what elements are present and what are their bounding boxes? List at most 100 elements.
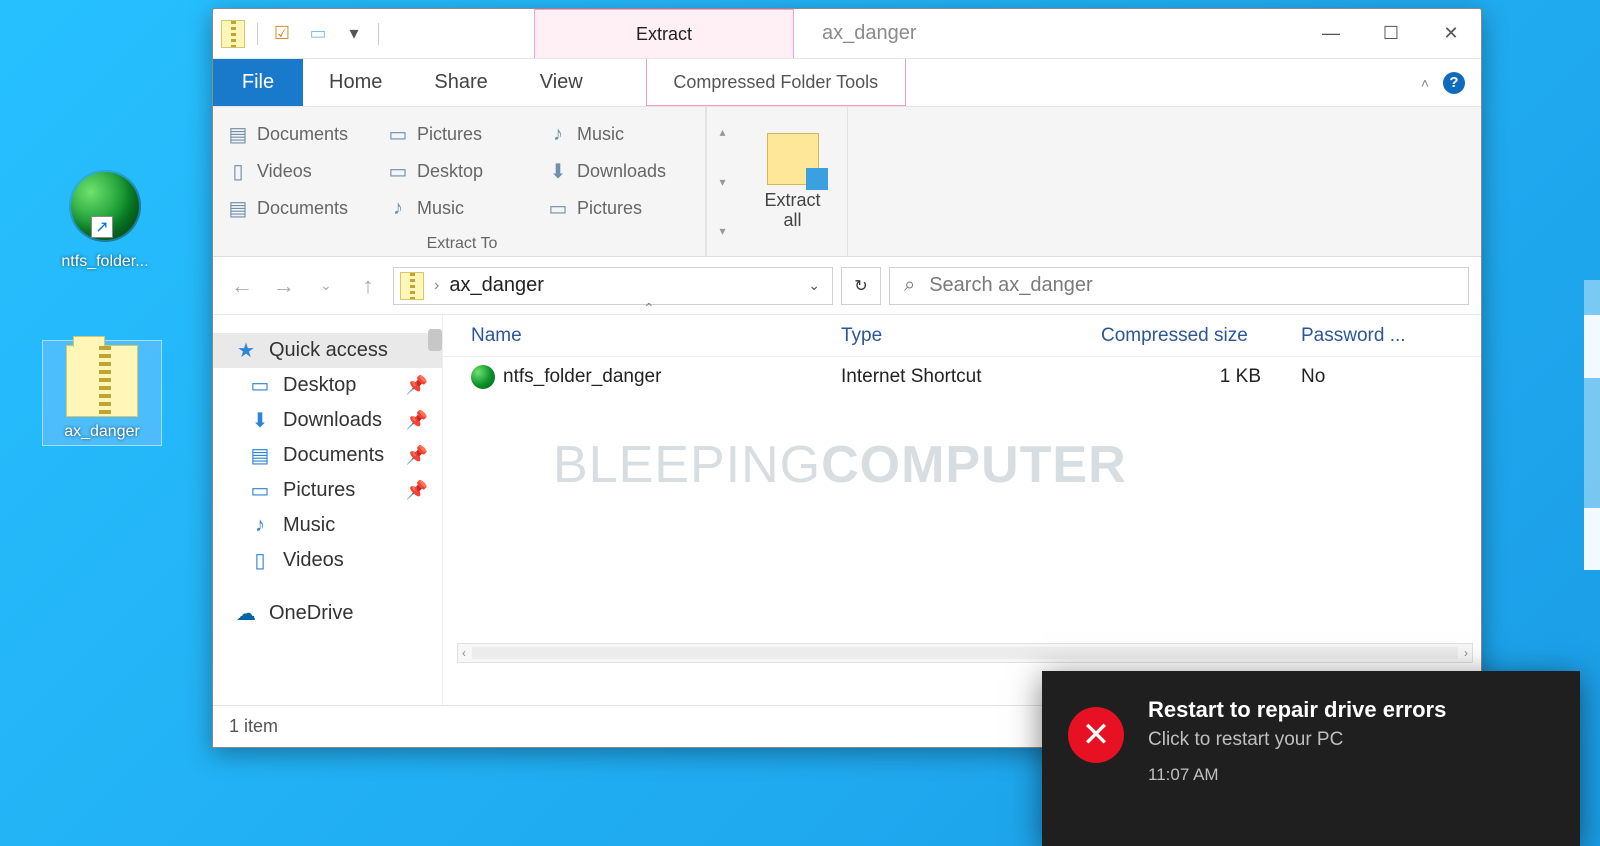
desktop-zip-axdanger[interactable]: ax_danger bbox=[42, 340, 162, 446]
ribbon-collapse-icon[interactable]: ˄ bbox=[1421, 75, 1429, 91]
videos-icon: ▯ bbox=[249, 550, 271, 572]
status-item-count: 1 item bbox=[229, 716, 278, 737]
col-name[interactable]: Name bbox=[471, 325, 841, 347]
taskview-strip bbox=[1584, 280, 1600, 570]
document-icon: ▤ bbox=[227, 197, 249, 219]
search-placeholder: Search ax_danger bbox=[929, 274, 1092, 297]
up-button[interactable]: ↑ bbox=[351, 269, 385, 303]
nav-music[interactable]: ♪Music bbox=[213, 508, 442, 543]
ribbon-dest-desktop[interactable]: ▭Desktop bbox=[387, 154, 537, 188]
maximize-button[interactable]: ☐ bbox=[1361, 9, 1421, 59]
address-bar-row: ← → ⌄ ↑ › ax_danger ⌄ ↻ ⌕ Search ax_dang… bbox=[213, 257, 1481, 315]
internet-shortcut-icon bbox=[471, 365, 495, 389]
address-bar[interactable]: › ax_danger ⌄ bbox=[393, 267, 833, 305]
ribbon-dest-pictures[interactable]: ▭Pictures bbox=[387, 117, 537, 151]
document-icon: ▤ bbox=[249, 445, 271, 467]
desktop-shortcut-label: ntfs_folder... bbox=[45, 253, 165, 271]
toast-time: 11:07 AM bbox=[1148, 765, 1446, 785]
desktop-zip-label: ax_danger bbox=[47, 423, 157, 441]
error-icon: ✕ bbox=[1068, 707, 1124, 763]
tab-home[interactable]: Home bbox=[303, 59, 408, 106]
ribbon-tabs: File Home Share View Compressed Folder T… bbox=[213, 59, 1481, 107]
pictures-icon: ▭ bbox=[387, 123, 409, 145]
ribbon-dest-documents[interactable]: ▤Documents bbox=[227, 117, 377, 151]
toast-notification[interactable]: ✕ Restart to repair drive errors Click t… bbox=[1042, 671, 1580, 846]
nav-downloads[interactable]: ⬇Downloads📌 bbox=[213, 403, 442, 438]
address-icon bbox=[400, 272, 424, 300]
pictures-icon: ▭ bbox=[249, 480, 271, 502]
ribbon: ▤Documents ▭Pictures ♪Music ▯Videos ▭Des… bbox=[213, 107, 1481, 257]
window-icon bbox=[221, 20, 245, 48]
help-icon[interactable]: ? bbox=[1443, 72, 1465, 94]
col-password[interactable]: Password ... bbox=[1301, 325, 1481, 347]
pin-icon: 📌 bbox=[406, 375, 428, 396]
ribbon-dest-music2[interactable]: ♪Music bbox=[387, 191, 537, 225]
tab-view[interactable]: View bbox=[514, 59, 609, 106]
ribbon-dest-downloads[interactable]: ⬇Downloads bbox=[547, 154, 697, 188]
breadcrumb[interactable]: ax_danger bbox=[449, 274, 544, 297]
nav-documents[interactable]: ▤Documents📌 bbox=[213, 438, 442, 473]
gallery-spinner[interactable]: ▴▾▾ bbox=[706, 107, 738, 256]
nav-videos[interactable]: ▯Videos bbox=[213, 543, 442, 578]
music-icon: ♪ bbox=[249, 515, 271, 537]
pin-icon: 📌 bbox=[406, 410, 428, 431]
ribbon-dest-pictures2[interactable]: ▭Pictures bbox=[547, 191, 697, 225]
downloads-icon: ⬇ bbox=[547, 160, 569, 182]
downloads-icon: ⬇ bbox=[249, 410, 271, 432]
qat-properties-icon[interactable]: ☑ bbox=[270, 22, 294, 46]
ribbon-dest-documents2[interactable]: ▤Documents bbox=[227, 191, 377, 225]
pin-icon: 📌 bbox=[406, 445, 428, 466]
window-title: ax_danger bbox=[794, 9, 1301, 58]
address-dropdown-icon[interactable]: ⌄ bbox=[802, 277, 826, 294]
ribbon-dest-videos[interactable]: ▯Videos bbox=[227, 154, 377, 188]
nav-onedrive[interactable]: ☁OneDrive bbox=[213, 596, 442, 631]
horizontal-scrollbar[interactable]: ‹› bbox=[457, 643, 1473, 663]
videos-icon: ▯ bbox=[227, 160, 249, 182]
tab-compressed-tools[interactable]: Compressed Folder Tools bbox=[646, 59, 906, 106]
col-size[interactable]: Compressed size bbox=[1101, 325, 1301, 347]
music-icon: ♪ bbox=[387, 197, 409, 219]
explorer-window: ☑ ▭ ▾ Extract ax_danger — ☐ ✕ File Home … bbox=[212, 8, 1482, 748]
file-list: Name Type Compressed size Password ... n… bbox=[443, 315, 1481, 705]
minimize-button[interactable]: — bbox=[1301, 9, 1361, 59]
search-input[interactable]: ⌕ Search ax_danger bbox=[889, 267, 1469, 305]
back-button[interactable]: ← bbox=[225, 269, 259, 303]
history-dropdown[interactable]: ⌄ bbox=[309, 269, 343, 303]
search-icon: ⌕ bbox=[904, 274, 915, 297]
desktop-icon: ▭ bbox=[387, 160, 409, 182]
file-row[interactable]: ntfs_folder_danger Internet Shortcut 1 K… bbox=[443, 357, 1481, 397]
col-type[interactable]: Type bbox=[841, 325, 1101, 347]
contextual-tab-header[interactable]: Extract bbox=[534, 9, 794, 58]
extract-all-icon bbox=[767, 133, 819, 185]
ribbon-dest-music[interactable]: ♪Music bbox=[547, 117, 697, 151]
refresh-button[interactable]: ↻ bbox=[841, 267, 881, 305]
toast-title: Restart to repair drive errors bbox=[1148, 697, 1446, 723]
qat-customize-icon[interactable]: ▾ bbox=[342, 22, 366, 46]
pin-icon: 📌 bbox=[406, 480, 428, 501]
forward-button[interactable]: → bbox=[267, 269, 301, 303]
cloud-icon: ☁ bbox=[235, 603, 257, 625]
pictures-icon: ▭ bbox=[547, 197, 569, 219]
titlebar: ☑ ▭ ▾ Extract ax_danger — ☐ ✕ bbox=[213, 9, 1481, 59]
qat-newfolder-icon[interactable]: ▭ bbox=[306, 22, 330, 46]
tab-share[interactable]: Share bbox=[408, 59, 513, 106]
column-headers[interactable]: Name Type Compressed size Password ... bbox=[443, 315, 1481, 357]
toast-body: Click to restart your PC bbox=[1148, 729, 1446, 751]
document-icon: ▤ bbox=[227, 123, 249, 145]
extract-to-gallery: ▤Documents ▭Pictures ♪Music ▯Videos ▭Des… bbox=[227, 117, 697, 225]
ribbon-group-label: Extract To bbox=[227, 225, 697, 253]
shortcut-arrow-icon: ↗ bbox=[91, 216, 113, 238]
nav-desktop[interactable]: ▭Desktop📌 bbox=[213, 368, 442, 403]
extract-all-button[interactable]: Extract all bbox=[738, 107, 848, 256]
navigation-pane[interactable]: ★Quick access ▭Desktop📌 ⬇Downloads📌 ▤Doc… bbox=[213, 315, 443, 705]
close-button[interactable]: ✕ bbox=[1421, 9, 1481, 59]
star-icon: ★ bbox=[235, 340, 257, 362]
desktop-icon: ▭ bbox=[249, 375, 271, 397]
music-icon: ♪ bbox=[547, 123, 569, 145]
zip-folder-icon bbox=[66, 345, 138, 417]
nav-pictures[interactable]: ▭Pictures📌 bbox=[213, 473, 442, 508]
desktop-shortcut-ntfs[interactable]: ↗ ntfs_folder... bbox=[45, 170, 165, 271]
tab-file[interactable]: File bbox=[213, 59, 303, 106]
nav-quick-access[interactable]: ★Quick access bbox=[213, 333, 442, 368]
watermark: BLEEPINGCOMPUTER bbox=[553, 435, 1127, 495]
